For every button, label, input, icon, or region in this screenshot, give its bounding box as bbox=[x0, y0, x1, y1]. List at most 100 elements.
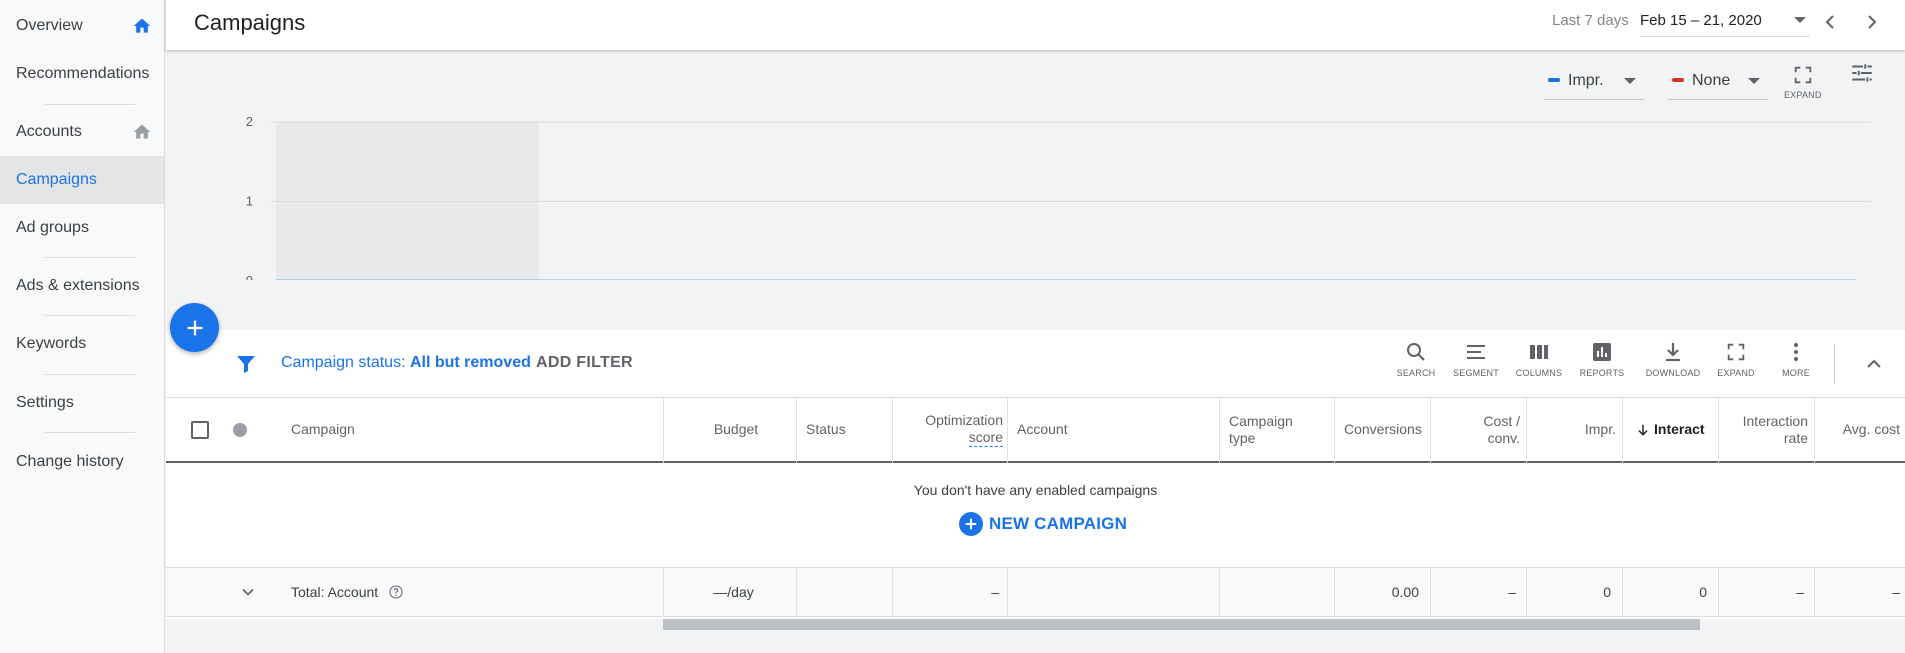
segment-button[interactable]: SEGMENT bbox=[1453, 340, 1499, 378]
header-line: rate bbox=[1783, 429, 1808, 446]
tool-label: EXPAND bbox=[1717, 368, 1755, 378]
sidebar-item-campaigns[interactable]: Campaigns bbox=[0, 156, 164, 204]
total-label: Total: Account bbox=[291, 584, 379, 600]
sidebar-item-keywords[interactable]: Keywords bbox=[0, 320, 164, 368]
plus-icon bbox=[187, 320, 202, 335]
sidebar-item-label: Ads & extensions bbox=[16, 277, 140, 294]
horizontal-scrollbar-thumb[interactable] bbox=[663, 619, 1700, 630]
column-header-cost-per-conv[interactable]: Cost / conv. bbox=[1436, 398, 1520, 461]
filter-chip[interactable]: Campaign status: All but removed bbox=[281, 354, 531, 372]
column-header-interactions[interactable]: Interact bbox=[1636, 398, 1716, 461]
more-button[interactable]: MORE bbox=[1776, 340, 1816, 378]
sort-descending-icon bbox=[1638, 424, 1648, 436]
campaigns-table: Campaign Budget Status Optimization scor… bbox=[166, 398, 1905, 631]
create-fab-button[interactable] bbox=[170, 303, 219, 352]
header-line: conv. bbox=[1487, 429, 1520, 446]
tool-label: MORE bbox=[1782, 368, 1810, 378]
select-all-checkbox[interactable] bbox=[191, 421, 209, 439]
table-expand-button[interactable]: EXPAND bbox=[1713, 340, 1759, 378]
sidebar-item-recommendations[interactable]: Recommendations bbox=[0, 50, 164, 98]
sidebar-item-ad-groups[interactable]: Ad groups bbox=[0, 204, 164, 252]
sidebar-item-label: Change history bbox=[16, 453, 124, 470]
sidebar-item-label: Accounts bbox=[16, 123, 82, 140]
filter-icon[interactable] bbox=[234, 352, 258, 376]
chevron-down-icon[interactable] bbox=[238, 582, 258, 602]
column-divider bbox=[1219, 568, 1220, 616]
sidebar-item-label: Ad groups bbox=[16, 219, 89, 236]
total-impressions: 0 bbox=[1603, 584, 1611, 600]
tool-label: REPORTS bbox=[1579, 368, 1625, 378]
header-line: Interact bbox=[1654, 421, 1705, 437]
header-line: score bbox=[968, 429, 1003, 447]
total-cost-per-conv: – bbox=[1508, 584, 1516, 600]
column-header-campaign[interactable]: Campaign bbox=[291, 398, 491, 461]
header-line: Optimization bbox=[925, 412, 1003, 428]
header-line: type bbox=[1229, 429, 1256, 446]
home-icon bbox=[133, 18, 151, 33]
sidebar-item-settings[interactable]: Settings bbox=[0, 379, 164, 427]
fullscreen-icon bbox=[1727, 343, 1745, 361]
column-divider bbox=[1007, 398, 1008, 463]
column-header-account[interactable]: Account bbox=[1017, 398, 1167, 461]
column-divider bbox=[1219, 398, 1220, 463]
plus-circle-icon bbox=[959, 512, 983, 536]
column-header-campaign-type[interactable]: Campaign type bbox=[1229, 398, 1329, 461]
table-header-row: Campaign Budget Status Optimization scor… bbox=[166, 398, 1905, 463]
column-divider bbox=[1718, 398, 1719, 463]
chart-panel: Impr. None EXPAND 210Feb 15, 2020Feb 21,… bbox=[166, 50, 1905, 328]
chevron-right-icon[interactable] bbox=[1860, 10, 1884, 34]
total-avg-cost: – bbox=[1892, 584, 1900, 600]
total-opt-score: – bbox=[991, 584, 999, 600]
new-campaign-button[interactable]: NEW CAMPAIGN bbox=[959, 512, 1127, 536]
sidebar-item-change-history[interactable]: Change history bbox=[0, 438, 164, 486]
chevron-left-icon[interactable] bbox=[1818, 10, 1842, 34]
add-filter-button[interactable]: ADD FILTER bbox=[536, 354, 633, 372]
columns-button[interactable]: COLUMNS bbox=[1516, 340, 1562, 378]
reports-icon bbox=[1593, 343, 1611, 361]
reports-button[interactable]: REPORTS bbox=[1579, 340, 1625, 378]
page-title: Campaigns bbox=[194, 10, 306, 35]
column-divider bbox=[1007, 568, 1008, 616]
tool-label: DOWNLOAD bbox=[1645, 368, 1701, 378]
collapse-chevron-up-icon[interactable] bbox=[1862, 352, 1886, 376]
column-header-interaction-rate[interactable]: Interaction rate bbox=[1724, 398, 1808, 461]
new-campaign-label: NEW CAMPAIGN bbox=[989, 514, 1128, 533]
more-icon bbox=[1794, 343, 1798, 361]
divider bbox=[45, 315, 135, 316]
filter-prefix: Campaign status: bbox=[281, 354, 406, 371]
status-dot-icon[interactable] bbox=[233, 423, 247, 437]
sidebar-item-ads-extensions[interactable]: Ads & extensions bbox=[0, 262, 164, 310]
sidebar-item-label: Settings bbox=[16, 394, 74, 411]
column-header-avg-cost[interactable]: Avg. cost bbox=[1820, 398, 1900, 461]
column-divider bbox=[1718, 568, 1719, 616]
total-interactions: 0 bbox=[1699, 584, 1707, 600]
column-divider bbox=[892, 398, 893, 463]
header-line: Campaign bbox=[1229, 412, 1293, 429]
sidebar-item-overview[interactable]: Overview bbox=[0, 2, 164, 50]
divider bbox=[1834, 344, 1835, 384]
segment-icon bbox=[1467, 345, 1485, 359]
column-header-optimization-score[interactable]: Optimization score bbox=[902, 398, 1003, 461]
total-label-cell: Total: Account bbox=[291, 568, 491, 616]
sidebar-item-label: Recommendations bbox=[16, 65, 150, 82]
date-range-label: Last 7 days bbox=[1552, 12, 1629, 29]
home-icon bbox=[133, 124, 151, 139]
column-header-budget[interactable]: Budget bbox=[671, 398, 801, 461]
help-icon[interactable] bbox=[388, 584, 404, 600]
column-header-conversions[interactable]: Conversions bbox=[1344, 398, 1429, 461]
column-header-status[interactable]: Status bbox=[806, 398, 886, 461]
download-button[interactable]: DOWNLOAD bbox=[1645, 340, 1701, 378]
column-divider bbox=[663, 568, 664, 616]
column-divider bbox=[1430, 398, 1431, 463]
search-button[interactable]: SEARCH bbox=[1396, 340, 1436, 378]
search-icon bbox=[1407, 343, 1425, 361]
tool-label: SEARCH bbox=[1396, 368, 1436, 378]
column-divider bbox=[1526, 568, 1527, 616]
column-divider bbox=[1622, 568, 1623, 616]
sidebar-item-accounts[interactable]: Accounts bbox=[0, 108, 164, 156]
total-budget: —/day bbox=[713, 584, 754, 600]
table-toolbar: Campaign status: All but removed ADD FIL… bbox=[166, 330, 1905, 398]
column-header-impressions[interactable]: Impr. bbox=[1532, 398, 1616, 461]
date-range-select[interactable]: Feb 15 – 21, 2020 bbox=[1640, 7, 1810, 37]
column-divider bbox=[1814, 568, 1815, 616]
